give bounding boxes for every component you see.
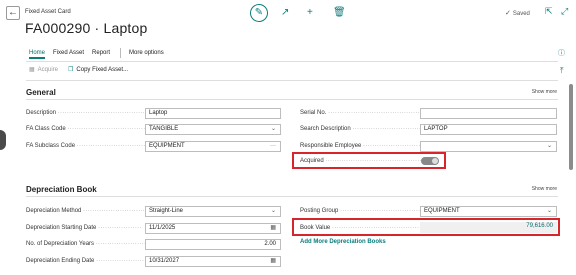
section-depreciation-book-title[interactable]: Depreciation Book: [26, 185, 97, 194]
section-divider: [26, 99, 558, 100]
collapse-icon: ⤢: [561, 6, 569, 16]
share-icon: ↗: [281, 7, 290, 18]
general-show-more[interactable]: Show more: [532, 89, 557, 95]
lookup-icon: ···: [270, 143, 276, 149]
posting-group-value: EQUIPMENT: [424, 208, 460, 214]
depreciation-ending-date-field[interactable]: 10/31/2027 ▦: [145, 256, 281, 267]
calendar-icon: ▦: [270, 258, 276, 264]
personalize-button[interactable]: ⤒: [560, 66, 564, 76]
action-separator: [120, 48, 122, 58]
pin-icon: ⤒: [560, 66, 564, 75]
info-icon: ⓘ: [558, 50, 565, 57]
check-icon: ✓: [505, 10, 511, 17]
back-button[interactable]: ←: [6, 6, 20, 20]
depreciation-years-label: No. of Depreciation Years ··············…: [26, 241, 149, 247]
plus-icon: +: [307, 7, 313, 18]
add-more-depreciation-books-link[interactable]: Add More Depreciation Books: [300, 239, 386, 245]
posting-group-select[interactable]: EQUIPMENT ⌄: [420, 206, 557, 217]
copy-fixed-asset-label: Copy Fixed Asset...: [76, 66, 129, 73]
saved-label: Saved: [512, 11, 530, 17]
open-new-window-button[interactable]: ⇱: [545, 6, 553, 17]
responsible-employee-select[interactable]: ⌄: [420, 141, 557, 152]
trash-icon: 🗑: [333, 7, 346, 18]
external-window-icon: ⇱: [545, 6, 553, 16]
tab-fixed-asset[interactable]: Fixed Asset: [53, 50, 84, 56]
label-leader: ···················: [98, 225, 142, 231]
share-button[interactable]: ↗: [281, 7, 289, 19]
book-value-field[interactable]: 79,616.00: [420, 222, 557, 233]
label-leader: ·······················: [96, 258, 149, 264]
page-caption: Fixed Asset Card: [25, 9, 71, 15]
delete-button[interactable]: 🗑: [333, 7, 346, 19]
fa-subclass-code-field[interactable]: EQUIPMENT ···: [145, 141, 281, 152]
pencil-icon: ✎: [254, 7, 264, 18]
depreciation-method-label: Depreciation Method ····················…: [26, 208, 155, 214]
acquire-icon: ▦: [29, 67, 35, 73]
copy-fixed-asset-button[interactable]: ❐ Copy Fixed Asset...: [68, 66, 129, 74]
depreciation-method-value: Straight-Line: [149, 208, 184, 214]
description-field[interactable]: Laptop: [145, 108, 281, 119]
saved-status: ✓ Saved: [505, 9, 530, 17]
action-bar: Home Fixed Asset Report More options: [29, 48, 172, 58]
depreciation-starting-date-field[interactable]: 11/1/2025 ▦: [145, 223, 281, 234]
depreciation-ending-date-value: 10/31/2027: [149, 258, 180, 264]
depreciation-method-select[interactable]: Straight-Line ⌄: [145, 206, 281, 217]
serial-no-field[interactable]: [420, 108, 557, 119]
label-leader: ·······················: [95, 241, 149, 247]
chevron-down-icon: ⌄: [546, 143, 552, 149]
chevron-down-icon: ⌄: [270, 126, 276, 132]
responsible-employee-label: Responsible Employee ···················…: [300, 143, 437, 149]
tab-home[interactable]: Home: [29, 50, 45, 56]
acquired-label: Acquired ·······························…: [300, 158, 422, 164]
acquire-button[interactable]: ▦ Acquire: [29, 66, 59, 74]
divider: [26, 61, 558, 62]
more-options-button[interactable]: More options: [129, 50, 164, 56]
edit-button[interactable]: ✎: [250, 4, 268, 22]
depreciation-show-more[interactable]: Show more: [532, 186, 557, 192]
label-leader: ········································…: [57, 110, 159, 116]
side-panel-toggle[interactable]: [0, 130, 6, 150]
search-description-field[interactable]: LAPTOP: [420, 124, 557, 135]
depreciation-starting-date-label: Depreciation Starting Date ·············…: [26, 225, 142, 231]
active-tab-indicator: [29, 57, 45, 59]
search-description-label: Search Description ·····················…: [300, 126, 438, 132]
fa-class-code-label: FA Class Code ··························…: [26, 126, 160, 132]
fa-class-code-select[interactable]: TANGIBLE ⌄: [145, 124, 281, 135]
depreciation-ending-date-label: Depreciation Ending Date ···············…: [26, 258, 149, 264]
command-bar: ▦ Acquire ❐ Copy Fixed Asset...: [29, 66, 138, 74]
fa-subclass-code-value: EQUIPMENT: [149, 143, 185, 149]
label-leader: ········································…: [325, 158, 422, 164]
divider: [26, 80, 558, 81]
new-button[interactable]: +: [307, 7, 313, 19]
scrollbar[interactable]: [569, 84, 573, 170]
info-button[interactable]: ⓘ: [558, 48, 565, 58]
depreciation-years-field[interactable]: 2.00: [145, 239, 281, 250]
chevron-down-icon: ⌄: [270, 208, 276, 214]
depreciation-starting-date-value: 11/1/2025: [149, 225, 176, 231]
collapse-button[interactable]: ⤢: [561, 6, 568, 17]
calendar-icon: ▦: [270, 225, 276, 231]
toggle-knob: [432, 158, 438, 164]
arrow-left-icon: ←: [8, 7, 18, 18]
tab-report[interactable]: Report: [92, 50, 110, 56]
chevron-down-icon: ⌄: [546, 208, 552, 214]
page-title: FA000290 · Laptop: [25, 20, 148, 36]
section-general-title[interactable]: General: [26, 88, 56, 97]
description-label: Description ····························…: [26, 110, 159, 116]
acquired-toggle[interactable]: [421, 157, 439, 165]
acquire-label: Acquire: [37, 66, 59, 73]
label-leader: ·······························: [83, 208, 155, 214]
section-divider: [26, 196, 558, 197]
fa-class-code-value: TANGIBLE: [149, 126, 179, 132]
fa-subclass-code-label: FA Subclass Code ·······················…: [26, 143, 160, 149]
copy-icon: ❐: [68, 67, 74, 73]
